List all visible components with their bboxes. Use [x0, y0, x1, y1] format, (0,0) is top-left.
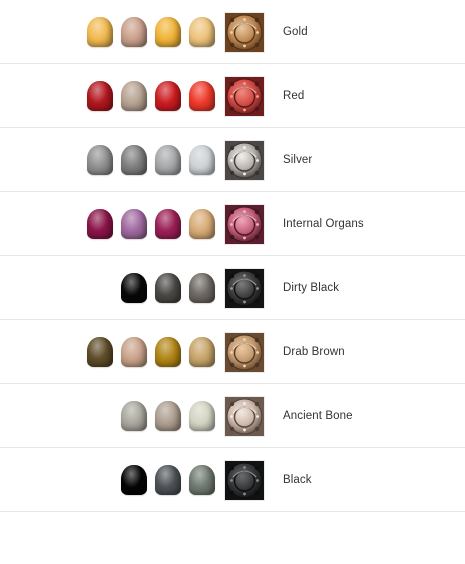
gold-base-paint-pot[interactable] — [87, 16, 113, 47]
drab-brown-armor-icon[interactable] — [225, 333, 264, 372]
internal-organs-shade-paint-pot[interactable] — [121, 208, 147, 239]
paint-pot-group — [121, 256, 215, 319]
silver-base-paint-pot[interactable] — [87, 144, 113, 175]
color-scheme-name[interactable]: Dirty Black — [283, 256, 339, 319]
dirty-black-armor-icon[interactable] — [225, 269, 264, 308]
paint-pot-group — [87, 0, 215, 63]
silver-highlight-paint-pot[interactable] — [189, 144, 215, 175]
gold-armor-icon[interactable] — [225, 13, 264, 52]
drab-brown-shade-paint-pot[interactable] — [121, 336, 147, 367]
color-scheme-row[interactable]: Drab Brown — [0, 320, 465, 384]
drab-brown-layer-paint-pot[interactable] — [155, 336, 181, 367]
red-highlight-paint-pot[interactable] — [189, 80, 215, 111]
red-armor-icon[interactable] — [225, 77, 264, 116]
dirty-black-layer-paint-pot[interactable] — [155, 272, 181, 303]
internal-organs-armor-icon[interactable] — [225, 205, 264, 244]
color-scheme-row[interactable]: Silver — [0, 128, 465, 192]
gold-shade-paint-pot[interactable] — [121, 16, 147, 47]
red-shade-paint-pot[interactable] — [121, 80, 147, 111]
silver-layer-paint-pot[interactable] — [155, 144, 181, 175]
red-layer-paint-pot[interactable] — [155, 80, 181, 111]
color-scheme-name[interactable]: Black — [283, 448, 312, 511]
ancient-bone-base-paint-pot[interactable] — [121, 400, 147, 431]
color-scheme-row[interactable]: Ancient Bone — [0, 384, 465, 448]
color-scheme-name[interactable]: Drab Brown — [283, 320, 345, 383]
ancient-bone-shade-paint-pot[interactable] — [155, 400, 181, 431]
color-scheme-name[interactable]: Gold — [283, 0, 308, 63]
color-scheme-row[interactable]: Dirty Black — [0, 256, 465, 320]
color-scheme-row[interactable]: Red — [0, 64, 465, 128]
gold-highlight-paint-pot[interactable] — [189, 16, 215, 47]
dirty-black-highlight-paint-pot[interactable] — [189, 272, 215, 303]
black-base-paint-pot[interactable] — [121, 464, 147, 495]
internal-organs-layer-paint-pot[interactable] — [155, 208, 181, 239]
paint-pot-group — [87, 192, 215, 255]
color-scheme-row[interactable]: Black — [0, 448, 465, 512]
ancient-bone-armor-icon[interactable] — [225, 397, 264, 436]
paint-pot-group — [87, 64, 215, 127]
paint-pot-group — [87, 128, 215, 191]
paint-pot-group — [121, 384, 215, 447]
color-scheme-name[interactable]: Internal Organs — [283, 192, 364, 255]
black-armor-icon[interactable] — [225, 461, 264, 500]
red-base-paint-pot[interactable] — [87, 80, 113, 111]
black-layer-paint-pot[interactable] — [155, 464, 181, 495]
color-scheme-row[interactable]: Internal Organs — [0, 192, 465, 256]
dirty-black-base-paint-pot[interactable] — [121, 272, 147, 303]
gold-layer-paint-pot[interactable] — [155, 16, 181, 47]
color-scheme-name[interactable]: Silver — [283, 128, 312, 191]
silver-armor-icon[interactable] — [225, 141, 264, 180]
internal-organs-highlight-paint-pot[interactable] — [189, 208, 215, 239]
ancient-bone-highlight-paint-pot[interactable] — [189, 400, 215, 431]
color-scheme-name[interactable]: Ancient Bone — [283, 384, 353, 447]
drab-brown-highlight-paint-pot[interactable] — [189, 336, 215, 367]
color-scheme-row[interactable]: Gold — [0, 0, 465, 64]
paint-pot-group — [87, 320, 215, 383]
paint-pot-group — [121, 448, 215, 511]
silver-shade-paint-pot[interactable] — [121, 144, 147, 175]
internal-organs-base-paint-pot[interactable] — [87, 208, 113, 239]
black-highlight-paint-pot[interactable] — [189, 464, 215, 495]
color-scheme-list: Gold Red Silver Internal Organs Dirty Black D… — [0, 0, 465, 512]
drab-brown-base-paint-pot[interactable] — [87, 336, 113, 367]
color-scheme-name[interactable]: Red — [283, 64, 304, 127]
